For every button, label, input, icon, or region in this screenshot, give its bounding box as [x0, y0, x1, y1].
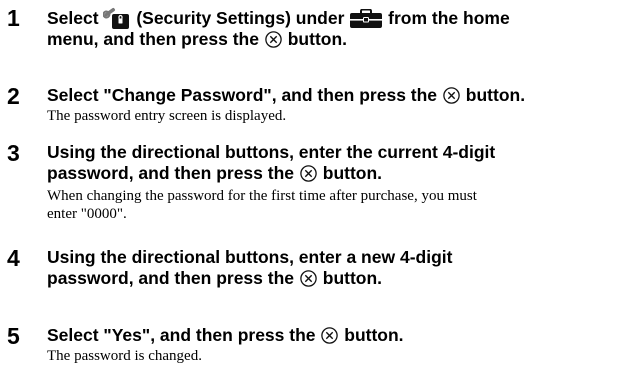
step-description: When changing the password for the first… [47, 187, 625, 223]
step-text: button. [344, 325, 404, 345]
cross-button-icon [321, 327, 339, 344]
step-heading: Select "Change Password", and then press… [47, 85, 625, 106]
step-heading: Using the directional buttons, enter the… [47, 142, 625, 184]
description-line: When changing the password for the first… [47, 188, 477, 204]
step-description: The password entry screen is displayed. [47, 107, 625, 125]
step-text: button. [322, 268, 383, 288]
step-text: button. [287, 29, 348, 49]
step-text: button. [322, 163, 383, 183]
step-text: Select "Change Password", and then press… [47, 85, 438, 105]
step-number: 3 [7, 140, 20, 166]
security-settings-icon [103, 7, 131, 29]
step-heading: Select (Security Settings) under from th… [47, 7, 625, 50]
step-number: 1 [7, 5, 20, 31]
description-line: The password is changed. [47, 348, 202, 364]
step-text: button. [465, 85, 526, 105]
description-line: The password entry screen is displayed. [47, 108, 287, 124]
cross-button-icon [265, 31, 282, 48]
step-text: Using the directional buttons, enter a n… [47, 247, 453, 267]
toolbox-category-icon [349, 9, 383, 29]
step-number: 5 [7, 323, 20, 349]
instruction-page: 1 Select (Security Settings) under from … [0, 0, 631, 391]
step-text: menu, and then press the [47, 29, 259, 49]
step-text: (Security Settings) under [136, 8, 345, 28]
step-heading: Using the directional buttons, enter a n… [47, 247, 625, 289]
step-heading: Select "Yes", and then press the button. [47, 325, 625, 346]
step-text: password, and then press the [47, 268, 294, 288]
cross-button-icon [300, 270, 317, 287]
description-line: enter "0000". [47, 206, 127, 222]
step-text: Select "Yes", and then press the [47, 325, 316, 345]
cross-button-icon [300, 165, 317, 182]
step-number: 2 [7, 83, 20, 109]
step-text: from the home [388, 8, 510, 28]
cross-button-icon [443, 87, 460, 104]
step-text: Select [47, 8, 99, 28]
step-text: password, and then press the [47, 163, 294, 183]
step-text: Using the directional buttons, enter the… [47, 142, 496, 162]
step-description: The password is changed. [47, 347, 625, 365]
step-number: 4 [7, 245, 20, 271]
